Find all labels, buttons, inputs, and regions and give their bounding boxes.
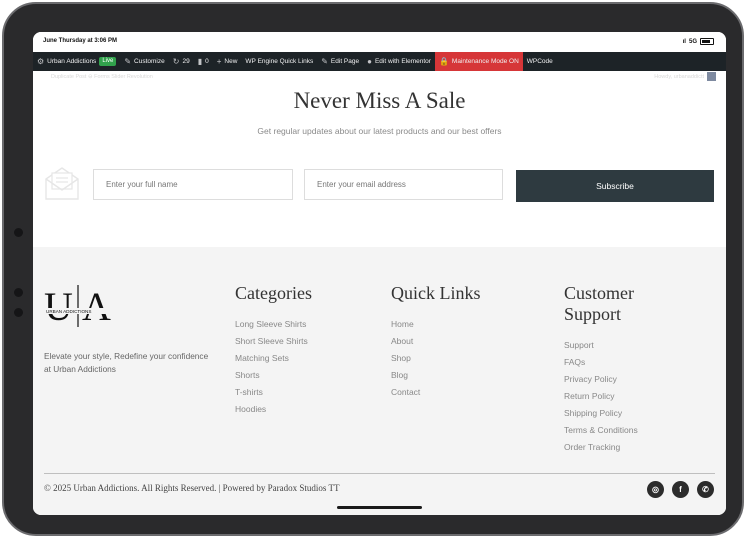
customize-label: Customize (134, 58, 165, 65)
site-name: Urban Addictions (47, 58, 97, 65)
elementor-icon: ● (367, 57, 372, 66)
admin-site-link[interactable]: ⚙ Urban Addictions Live (33, 52, 120, 71)
ghost-right-text: Howdy, urbanaddictt (654, 74, 704, 80)
lock-icon: 🔒 (438, 57, 449, 66)
support-link[interactable]: FAQs (564, 354, 638, 371)
comments-button[interactable]: ▮ 0 (194, 52, 213, 71)
heading-line: Support (564, 304, 622, 324)
maintenance-label: Maintenance Mode ON (451, 58, 519, 65)
whatsapp-icon[interactable]: ✆ (697, 481, 714, 498)
newsletter-title: Never Miss A Sale (293, 88, 466, 113)
envelope-icon (45, 167, 79, 200)
status-bar: June Thursday at 3:06 PM ıl 5G (33, 32, 726, 52)
quick-link[interactable]: Blog (391, 367, 481, 384)
newsletter-subtitle: Get regular updates about our latest pro… (257, 126, 502, 136)
side-button (14, 308, 23, 317)
brand-logo[interactable]: U A URBAN ADDICTIONS (44, 283, 118, 327)
quick-link[interactable]: Shop (391, 350, 481, 367)
logo-small-text: URBAN ADDICTIONS (46, 309, 91, 314)
plus-icon: + (216, 57, 222, 66)
updates-button[interactable]: ↻ 29 (169, 52, 194, 71)
wpcode-button[interactable]: WPCode (523, 52, 557, 71)
network-label: 5G (688, 38, 697, 45)
support-link[interactable]: Shipping Policy (564, 405, 638, 422)
comments-count: 0 (205, 58, 209, 65)
copyright-text: © 2025 Urban Addictions. All Rights Rese… (44, 483, 340, 493)
avatar (707, 72, 716, 81)
new-label: New (224, 58, 238, 65)
brush-icon: ✎ (124, 57, 132, 66)
support-link[interactable]: Support (564, 337, 638, 354)
updates-count: 29 (182, 58, 190, 65)
live-badge: Live (99, 57, 117, 66)
email-input[interactable]: Enter your email address (304, 169, 503, 200)
status-time: June Thursday at 3:06 PM (43, 38, 118, 44)
subscribe-button[interactable]: Subscribe (516, 170, 714, 202)
quick-link[interactable]: Home (391, 316, 481, 333)
quick-links-column: Quick Links Home About Shop Blog Contact (391, 283, 481, 401)
svg-text:U: U (44, 284, 73, 327)
wp-engine-button[interactable]: WP Engine Quick Links (241, 52, 317, 71)
edit-elementor-button[interactable]: ● Edit with Elementor (363, 52, 435, 71)
svg-text:A: A (82, 284, 111, 327)
edit-page-label: Edit Page (330, 58, 360, 65)
dashboard-icon: ⚙ (37, 57, 45, 66)
category-link[interactable]: Short Sleeve Shirts (235, 333, 312, 350)
full-name-input[interactable]: Enter your full name (93, 169, 293, 200)
comment-icon: ▮ (197, 57, 203, 66)
home-indicator[interactable] (337, 506, 422, 509)
categories-column: Categories Long Sleeve Shirts Short Slee… (235, 283, 312, 418)
ghost-toolbar: Duplicate Post ⊖ Forms Slider Revolution… (33, 71, 726, 83)
battery-icon (700, 38, 714, 45)
category-link[interactable]: Long Sleeve Shirts (235, 316, 312, 333)
facebook-icon[interactable]: f (672, 481, 689, 498)
customer-support-heading: Customer Support (564, 283, 638, 325)
quick-link[interactable]: Contact (391, 384, 481, 401)
wp-engine-label: WP Engine Quick Links (245, 58, 314, 65)
refresh-icon: ↻ (172, 57, 180, 66)
customer-support-column: Customer Support Support FAQs Privacy Po… (564, 283, 638, 456)
side-button (14, 228, 23, 237)
wp-admin-bar: ⚙ Urban Addictions Live ✎ Customize ↻ 29… (33, 52, 726, 71)
support-link[interactable]: Order Tracking (564, 439, 638, 456)
pencil-icon: ✎ (321, 57, 328, 66)
screen: June Thursday at 3:06 PM ıl 5G ⚙ Urban A… (33, 32, 726, 515)
edit-elementor-label: Edit with Elementor (374, 58, 431, 65)
wpcode-label: WPCode (526, 58, 553, 65)
categories-heading: Categories (235, 283, 312, 303)
support-link[interactable]: Terms & Conditions (564, 422, 638, 439)
heading-line: Customer (564, 283, 634, 303)
site-footer: U A URBAN ADDICTIONS Elevate your style,… (33, 247, 726, 515)
support-link[interactable]: Privacy Policy (564, 371, 638, 388)
tablet-frame: June Thursday at 3:06 PM ıl 5G ⚙ Urban A… (2, 2, 744, 536)
category-link[interactable]: T-shirts (235, 384, 312, 401)
signal-icon: ıl (682, 38, 686, 45)
new-button[interactable]: + New (213, 52, 242, 71)
category-link[interactable]: Shorts (235, 367, 312, 384)
instagram-icon[interactable]: ◎ (647, 481, 664, 498)
quick-links-heading: Quick Links (391, 283, 481, 303)
support-link[interactable]: Return Policy (564, 388, 638, 405)
customize-button[interactable]: ✎ Customize (120, 52, 168, 71)
quick-link[interactable]: About (391, 333, 481, 350)
signal-indicators: ıl 5G (683, 38, 714, 45)
footer-divider (44, 473, 715, 474)
ghost-left-text: Duplicate Post ⊖ Forms Slider Revolution (51, 74, 153, 80)
maintenance-mode-button[interactable]: 🔒 Maintenance Mode ON (434, 52, 523, 71)
category-link[interactable]: Matching Sets (235, 350, 312, 367)
edit-page-button[interactable]: ✎ Edit Page (317, 52, 363, 71)
footer-tagline: Elevate your style, Redefine your confid… (44, 351, 209, 374)
category-link[interactable]: Hoodies (235, 401, 312, 418)
side-button (14, 288, 23, 297)
